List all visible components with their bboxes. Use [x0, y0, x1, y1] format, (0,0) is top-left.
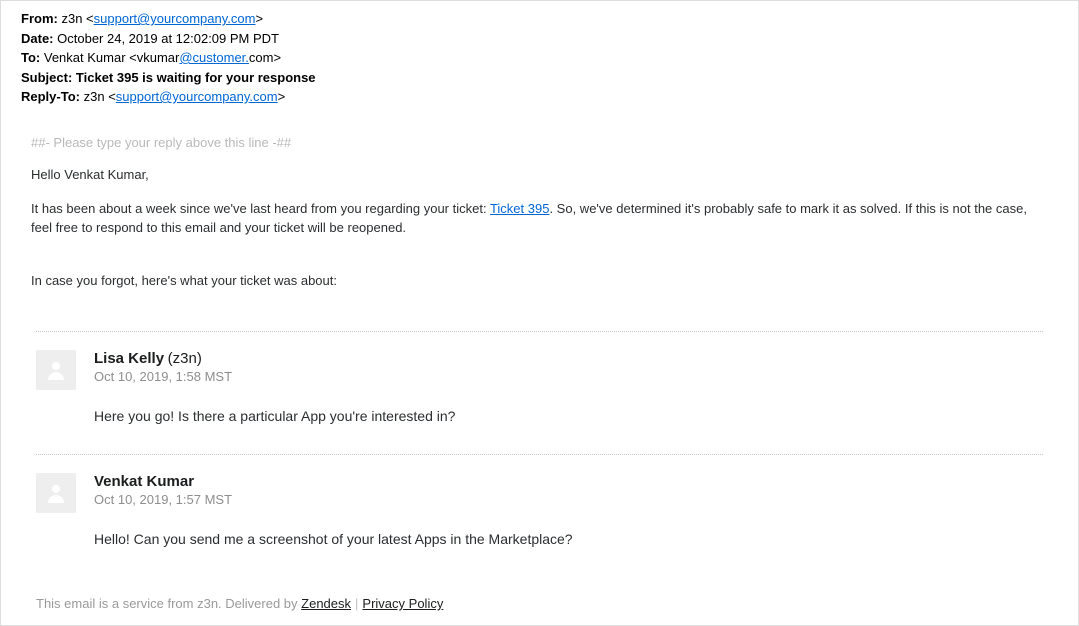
zendesk-link[interactable]: Zendesk [301, 596, 351, 611]
message-author: Venkat Kumar [94, 473, 194, 490]
header-date: Date: October 24, 2019 at 12:02:09 PM PD… [21, 29, 1058, 49]
email-headers: From: z3n <support@yourcompany.com> Date… [21, 9, 1058, 107]
reply-hint: ##- Please type your reply above this li… [31, 135, 1058, 150]
from-email-link[interactable]: support@yourcompany.com [94, 11, 256, 26]
body-paragraph-2: In case you forgot, here's what your tic… [31, 272, 1048, 291]
separator: | [355, 596, 358, 611]
from-label: From: [21, 11, 58, 26]
reply-to-email-link[interactable]: support@yourcompany.com [116, 89, 278, 104]
date-value: October 24, 2019 at 12:02:09 PM PDT [57, 31, 279, 46]
message-author: Lisa Kelly [94, 350, 164, 367]
date-label: Date: [21, 31, 54, 46]
message-timestamp: Oct 10, 2019, 1:57 MST [94, 492, 573, 507]
privacy-link[interactable]: Privacy Policy [362, 596, 443, 611]
message-text: Here you go! Is there a particular App y… [94, 408, 455, 424]
message-header: Lisa Kelly (z3n) [94, 350, 455, 367]
header-from: From: z3n <support@yourcompany.com> [21, 9, 1058, 29]
person-icon [44, 481, 68, 505]
reply-to-label: Reply-To: [21, 89, 80, 104]
body-paragraph-1: It has been about a week since we've las… [31, 200, 1048, 238]
email-container: From: z3n <support@yourcompany.com> Date… [0, 0, 1079, 626]
subject-value: Ticket 395 is waiting for your response [76, 70, 316, 85]
to-value: Venkat Kumar <vkumar@customer.com> [44, 50, 281, 65]
message-item: Lisa Kelly (z3n) Oct 10, 2019, 1:58 MST … [36, 332, 1043, 455]
subject-label: Subject: [21, 70, 72, 85]
message-text: Hello! Can you send me a screenshot of y… [94, 531, 573, 547]
message-timestamp: Oct 10, 2019, 1:58 MST [94, 369, 455, 384]
message-header: Venkat Kumar [94, 473, 573, 490]
avatar [36, 350, 76, 390]
message-item: Venkat Kumar Oct 10, 2019, 1:57 MST Hell… [36, 455, 1043, 577]
header-reply-to: Reply-To: z3n <support@yourcompany.com> [21, 87, 1058, 107]
message-org: (z3n) [168, 350, 202, 367]
ticket-link[interactable]: Ticket 395 [490, 201, 550, 216]
to-label: To: [21, 50, 40, 65]
avatar [36, 473, 76, 513]
footer-text: This email is a service from z3n. Delive… [36, 596, 301, 611]
email-body: Hello Venkat Kumar, It has been about a … [31, 166, 1048, 291]
message-thread: Lisa Kelly (z3n) Oct 10, 2019, 1:58 MST … [36, 331, 1043, 577]
message-content: Lisa Kelly (z3n) Oct 10, 2019, 1:58 MST … [94, 350, 455, 424]
greeting: Hello Venkat Kumar, [31, 166, 1048, 185]
header-to: To: Venkat Kumar <vkumar@customer.com> [21, 48, 1058, 68]
from-name: z3n <support@yourcompany.com> [61, 11, 263, 26]
message-content: Venkat Kumar Oct 10, 2019, 1:57 MST Hell… [94, 473, 573, 547]
to-email-link[interactable]: @customer. [179, 50, 249, 65]
reply-to-value: z3n <support@yourcompany.com> [84, 89, 286, 104]
header-subject: Subject: Ticket 395 is waiting for your … [21, 68, 1058, 88]
person-icon [44, 358, 68, 382]
email-footer: This email is a service from z3n. Delive… [36, 596, 443, 611]
